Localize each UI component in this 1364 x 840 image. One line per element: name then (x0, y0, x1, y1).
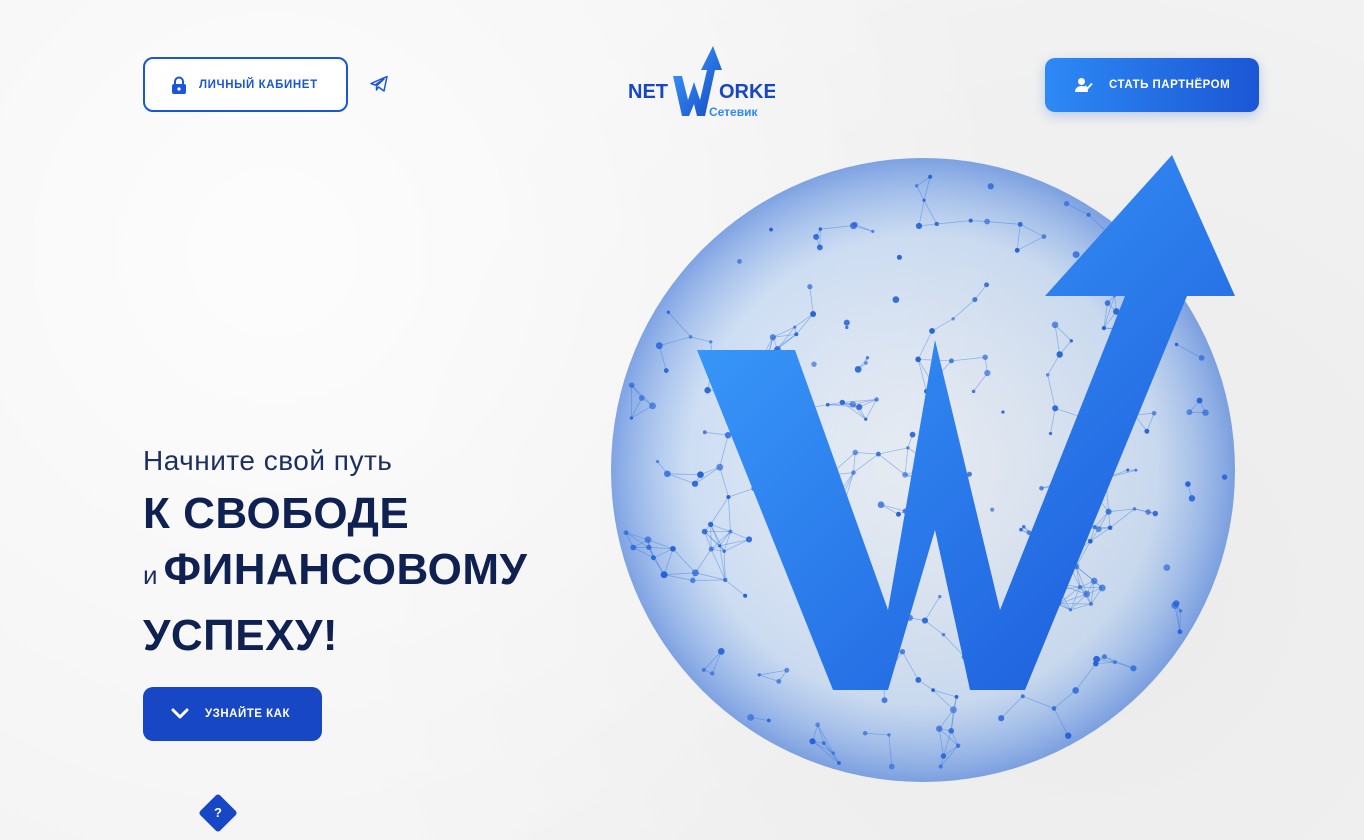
become-partner-label: СТАТЬ ПАРТНЁРОМ (1109, 79, 1231, 91)
hero-line-2-prefix: и (143, 560, 158, 590)
learn-how-label: УЗНАЙТЕ КАК (205, 708, 290, 720)
personal-cabinet-button[interactable]: ЛИЧНЫЙ КАБИНЕТ (143, 57, 348, 112)
hero-subtitle: Начните свой путь (143, 445, 393, 476)
become-partner-button[interactable]: СТАТЬ ПАРТНЁРОМ (1045, 58, 1259, 112)
logo-text-right: ORKER (719, 81, 775, 103)
help-button[interactable]: ? (196, 791, 240, 835)
hero-title: К СВОБОДЕ и ФИНАНСОВОМУ УСПЕХУ! (143, 486, 527, 664)
hero-line-1: К СВОБОДЕ (143, 489, 410, 538)
chevron-down-icon (171, 708, 189, 719)
telegram-icon[interactable] (369, 74, 389, 94)
help-label: ? (214, 805, 222, 820)
lock-icon (172, 76, 186, 94)
network-globe-illustration (611, 155, 1235, 782)
hero-line-3: УСПЕХУ! (143, 611, 338, 660)
logo-text-left: NET (628, 81, 668, 103)
logo-subtitle: Сетевик (709, 105, 758, 119)
learn-how-button[interactable]: УЗНАЙТЕ КАК (143, 687, 322, 741)
user-check-icon (1075, 78, 1093, 92)
networker-logo[interactable]: NET ORKER Сетевик (627, 42, 775, 122)
personal-cabinet-label: ЛИЧНЫЙ КАБИНЕТ (199, 78, 318, 91)
hero-line-2: ФИНАНСОВОМУ (163, 545, 528, 594)
